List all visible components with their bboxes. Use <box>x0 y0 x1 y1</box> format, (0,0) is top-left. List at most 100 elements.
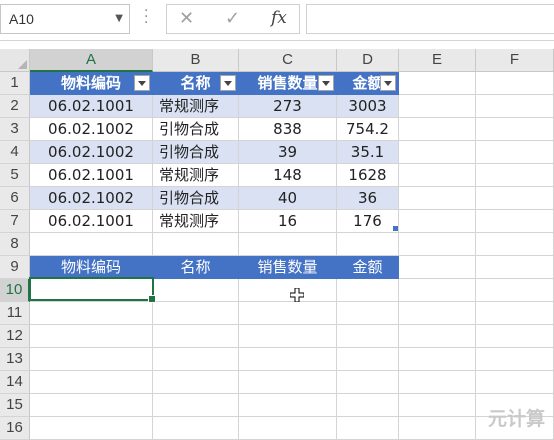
cell-a8[interactable] <box>30 233 153 256</box>
cell-f8[interactable] <box>476 233 554 256</box>
cell-e3[interactable] <box>399 118 476 141</box>
cell-e11[interactable] <box>399 302 476 325</box>
table-cell[interactable]: 754.2 <box>337 118 399 141</box>
cell-f2[interactable] <box>476 95 554 118</box>
cell-a11[interactable] <box>30 302 153 325</box>
cell-c14[interactable] <box>239 371 337 394</box>
table-cell[interactable]: 35.1 <box>337 141 399 164</box>
cell-e6[interactable] <box>399 187 476 210</box>
cell-e13[interactable] <box>399 348 476 371</box>
column-header-e[interactable]: E <box>399 49 476 72</box>
cell-f11[interactable] <box>476 302 554 325</box>
cell-e12[interactable] <box>399 325 476 348</box>
table-cell[interactable]: 40 <box>239 187 337 210</box>
more-options-icon[interactable]: · · · <box>144 4 150 30</box>
cell-a15[interactable] <box>30 394 153 417</box>
table-cell[interactable]: 1628 <box>337 164 399 187</box>
table-header-cell[interactable]: 物料编码 <box>30 72 153 95</box>
row-header-4[interactable]: 4 <box>0 141 30 164</box>
row-header-16[interactable]: 16 <box>0 417 30 440</box>
cell-e7[interactable] <box>399 210 476 233</box>
cell-b14[interactable] <box>153 371 239 394</box>
cell-f1[interactable] <box>476 72 554 95</box>
table-cell[interactable]: 06.02.1001 <box>30 95 153 118</box>
cell-f9[interactable] <box>476 256 554 279</box>
select-all-corner[interactable] <box>0 49 30 72</box>
cell-f14[interactable] <box>476 371 554 394</box>
table-cell[interactable]: 常规测序 <box>153 210 239 233</box>
filter-dropdown-icon[interactable] <box>318 75 334 91</box>
table-header-cell[interactable]: 名称 <box>153 72 239 95</box>
table-cell[interactable]: 176 <box>337 210 399 233</box>
cell-e14[interactable] <box>399 371 476 394</box>
row-header-12[interactable]: 12 <box>0 325 30 348</box>
active-cell-a10[interactable] <box>29 277 156 303</box>
cell-c11[interactable] <box>239 302 337 325</box>
cancel-icon[interactable]: ✕ <box>179 8 194 29</box>
cell-b11[interactable] <box>153 302 239 325</box>
cell-c12[interactable] <box>239 325 337 348</box>
column-header-a[interactable]: A <box>30 49 153 72</box>
table-cell[interactable]: 06.02.1002 <box>30 141 153 164</box>
row-header-3[interactable]: 3 <box>0 118 30 141</box>
cell-e10[interactable] <box>399 279 476 302</box>
cell-c16[interactable] <box>239 417 337 440</box>
filter-dropdown-icon[interactable] <box>134 75 150 91</box>
cell-b10[interactable] <box>153 279 239 302</box>
cell-e5[interactable] <box>399 164 476 187</box>
table-cell[interactable]: 39 <box>239 141 337 164</box>
row-header-14[interactable]: 14 <box>0 371 30 394</box>
cell-f12[interactable] <box>476 325 554 348</box>
cell-e1[interactable] <box>399 72 476 95</box>
table-cell[interactable]: 273 <box>239 95 337 118</box>
cell-f10[interactable] <box>476 279 554 302</box>
name-box[interactable]: A10 ▼ <box>0 4 130 34</box>
table-cell[interactable]: 16 <box>239 210 337 233</box>
cell-e16[interactable] <box>399 417 476 440</box>
formula-input[interactable] <box>306 4 554 34</box>
row-header-9[interactable]: 9 <box>0 256 30 279</box>
table-cell[interactable]: 06.02.1001 <box>30 210 153 233</box>
table-header-cell[interactable]: 金额 <box>337 72 399 95</box>
table-cell[interactable]: 3003 <box>337 95 399 118</box>
table-cell[interactable]: 常规测序 <box>153 164 239 187</box>
cell-d10[interactable] <box>337 279 399 302</box>
insert-function-icon[interactable]: fx <box>271 8 287 28</box>
cell-f13[interactable] <box>476 348 554 371</box>
column-header-f[interactable]: F <box>476 49 554 72</box>
cell-f4[interactable] <box>476 141 554 164</box>
enter-icon[interactable]: ✓ <box>225 8 240 29</box>
row-header-11[interactable]: 11 <box>0 302 30 325</box>
cell-b8[interactable] <box>153 233 239 256</box>
cell-f7[interactable] <box>476 210 554 233</box>
cell-a16[interactable] <box>30 417 153 440</box>
cell-d14[interactable] <box>337 371 399 394</box>
cell-d8[interactable] <box>337 233 399 256</box>
criteria-header-cell[interactable]: 销售数量 <box>239 256 337 279</box>
cell-f3[interactable] <box>476 118 554 141</box>
chevron-down-icon[interactable]: ▼ <box>115 13 123 24</box>
cell-d16[interactable] <box>337 417 399 440</box>
cell-c10[interactable] <box>239 279 337 302</box>
column-header-b[interactable]: B <box>153 49 239 72</box>
table-resize-handle[interactable] <box>393 226 398 231</box>
cell-a12[interactable] <box>30 325 153 348</box>
cell-c15[interactable] <box>239 394 337 417</box>
filter-dropdown-icon[interactable] <box>380 75 396 91</box>
cell-c8[interactable] <box>239 233 337 256</box>
cell-a13[interactable] <box>30 348 153 371</box>
row-header-2[interactable]: 2 <box>0 95 30 118</box>
cell-e4[interactable] <box>399 141 476 164</box>
cell-e15[interactable] <box>399 394 476 417</box>
table-cell[interactable]: 引物合成 <box>153 118 239 141</box>
criteria-header-cell[interactable]: 物料编码 <box>30 256 153 279</box>
cell-d12[interactable] <box>337 325 399 348</box>
row-header-7[interactable]: 7 <box>0 210 30 233</box>
row-header-10[interactable]: 10 <box>0 279 30 302</box>
cell-e9[interactable] <box>399 256 476 279</box>
table-cell[interactable]: 常规测序 <box>153 95 239 118</box>
row-header-8[interactable]: 8 <box>0 233 30 256</box>
cell-b15[interactable] <box>153 394 239 417</box>
table-cell[interactable]: 引物合成 <box>153 141 239 164</box>
cell-b13[interactable] <box>153 348 239 371</box>
